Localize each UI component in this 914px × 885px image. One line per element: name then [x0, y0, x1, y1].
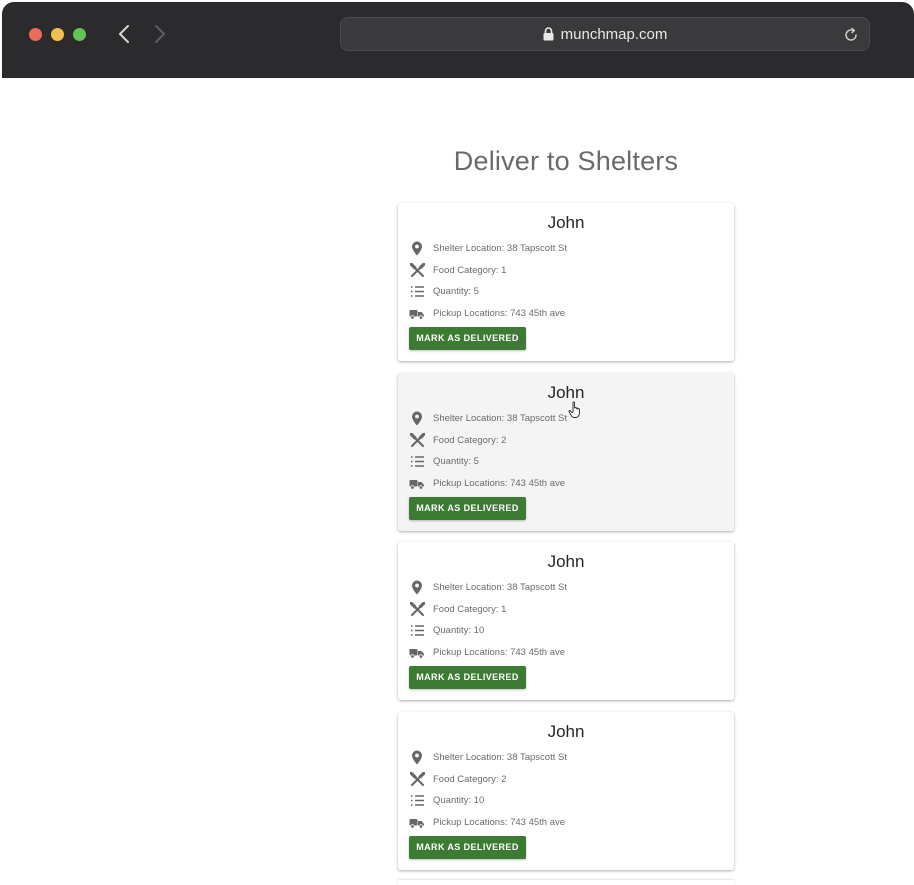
delivery-truck-icon	[409, 644, 425, 660]
page-content: Deliver to Shelters John Shelter Locatio…	[0, 78, 914, 885]
pickup-locations-row: Pickup Locations: 743 45th ave	[409, 814, 565, 830]
delivery-truck-icon	[409, 814, 425, 830]
location-pin-icon	[409, 410, 425, 426]
back-button[interactable]	[114, 23, 136, 45]
pickup-locations-row: Pickup Locations: 743 45th ave	[409, 644, 565, 660]
food-category-text: Food Category: 1	[433, 264, 507, 276]
quantity-text: Quantity: 10	[433, 624, 485, 636]
reload-icon	[845, 27, 857, 41]
browser-toolbar: munchmap.com	[2, 2, 914, 78]
browser-window: munchmap.com Deliver to Shelters John Sh…	[0, 0, 914, 885]
quantity-row: Quantity: 10	[409, 622, 484, 638]
location-pin-icon	[409, 240, 425, 256]
mark-as-delivered-button[interactable]: MARK AS DELIVERED	[409, 497, 526, 520]
pickup-locations-row: Pickup Locations: 743 45th ave	[409, 305, 565, 321]
utensils-icon	[409, 432, 425, 448]
quantity-row: Quantity: 5	[409, 453, 479, 469]
minimize-window-button[interactable]	[51, 28, 64, 41]
list-icon	[409, 622, 425, 638]
delivery-card: John Shelter Location: 38 Tapscott St Fo…	[398, 712, 734, 870]
location-pin-icon	[409, 579, 425, 595]
address-bar[interactable]: munchmap.com	[340, 17, 870, 51]
pickup-locations-row: Pickup Locations: 743 45th ave	[409, 475, 565, 491]
shelter-location-row: Shelter Location: 38 Tapscott St	[409, 749, 567, 765]
food-category-text: Food Category: 2	[433, 434, 507, 446]
quantity-text: Quantity: 5	[433, 455, 479, 467]
utensils-icon	[409, 771, 425, 787]
quantity-row: Quantity: 10	[409, 792, 484, 808]
food-category-text: Food Category: 2	[433, 773, 507, 785]
food-category-text: Food Category: 1	[433, 603, 507, 615]
shelter-location-text: Shelter Location: 38 Tapscott St	[433, 242, 567, 254]
shelter-location-row: Shelter Location: 38 Tapscott St	[409, 240, 567, 256]
delivery-truck-icon	[409, 305, 425, 321]
next-card-edge	[398, 880, 734, 885]
page-title: Deliver to Shelters	[453, 146, 679, 176]
donor-name: John	[547, 722, 585, 741]
shelter-location-text: Shelter Location: 38 Tapscott St	[433, 751, 567, 763]
chevron-left-icon	[119, 25, 129, 43]
quantity-row: Quantity: 5	[409, 283, 479, 299]
pickup-locations-text: Pickup Locations: 743 45th ave	[433, 646, 566, 658]
maximize-window-button[interactable]	[73, 28, 86, 41]
pickup-locations-text: Pickup Locations: 743 45th ave	[433, 307, 566, 319]
location-pin-icon	[409, 749, 425, 765]
food-category-row: Food Category: 1	[409, 601, 506, 617]
chevron-right-icon	[155, 25, 165, 43]
delivery-card: John Shelter Location: 38 Tapscott St Fo…	[398, 203, 734, 361]
shelter-location-text: Shelter Location: 38 Tapscott St	[433, 581, 567, 593]
food-category-row: Food Category: 2	[409, 771, 506, 787]
delivery-card: John Shelter Location: 38 Tapscott St Fo…	[398, 373, 734, 531]
utensils-icon	[409, 262, 425, 278]
mark-as-delivered-button[interactable]: MARK AS DELIVERED	[409, 327, 526, 350]
quantity-text: Quantity: 10	[433, 794, 485, 806]
utensils-icon	[409, 601, 425, 617]
delivery-card: John Shelter Location: 38 Tapscott St Fo…	[398, 542, 734, 700]
close-window-button[interactable]	[29, 28, 42, 41]
shelter-location-row: Shelter Location: 38 Tapscott St	[409, 410, 567, 426]
pickup-locations-text: Pickup Locations: 743 45th ave	[433, 477, 566, 489]
reload-button[interactable]	[841, 25, 861, 45]
list-icon	[409, 283, 425, 299]
list-icon	[409, 453, 425, 469]
donor-name: John	[547, 213, 585, 232]
mark-as-delivered-button[interactable]: MARK AS DELIVERED	[409, 836, 526, 859]
lock-icon	[543, 27, 554, 41]
donor-name: John	[547, 552, 585, 571]
list-icon	[409, 792, 425, 808]
delivery-truck-icon	[409, 475, 425, 491]
food-category-row: Food Category: 2	[409, 432, 506, 448]
forward-button[interactable]	[148, 23, 170, 45]
hand-cursor-icon	[568, 401, 580, 418]
pickup-locations-text: Pickup Locations: 743 45th ave	[433, 816, 566, 828]
shelter-location-row: Shelter Location: 38 Tapscott St	[409, 579, 567, 595]
quantity-text: Quantity: 5	[433, 285, 479, 297]
donor-name: John	[547, 383, 585, 402]
mark-as-delivered-button[interactable]: MARK AS DELIVERED	[409, 666, 526, 689]
shelter-location-text: Shelter Location: 38 Tapscott St	[433, 412, 567, 424]
food-category-row: Food Category: 1	[409, 262, 506, 278]
url-text: munchmap.com	[560, 25, 668, 43]
